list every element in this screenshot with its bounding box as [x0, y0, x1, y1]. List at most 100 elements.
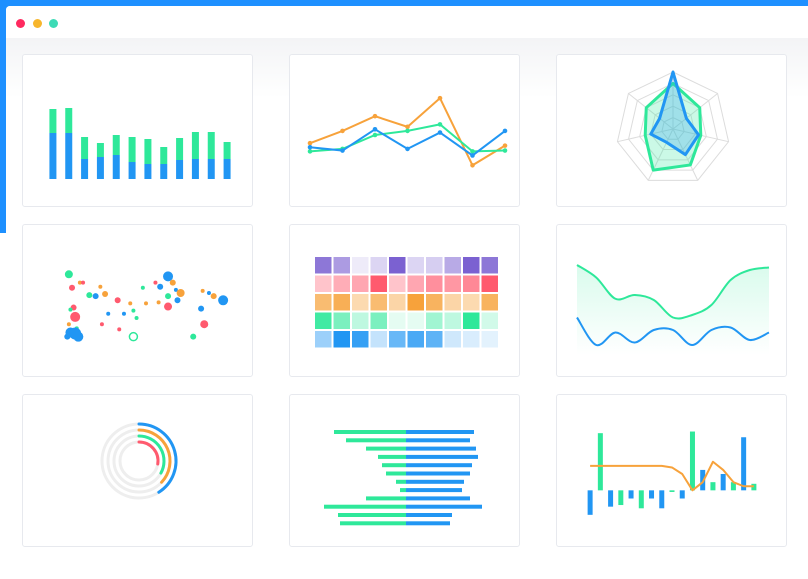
line-point-s3-3: [372, 126, 378, 132]
hbar-series1-10: [324, 504, 406, 509]
scatter-point-42: [198, 305, 205, 312]
heatmap-cell-r2-c5: [389, 275, 406, 292]
scatter-point-23: [144, 301, 148, 306]
bar-series2-6: [128, 137, 136, 162]
scatter-point-40: [210, 293, 217, 300]
line-point-s1-4: [405, 124, 410, 130]
heatmap-cell-r1-c2: [333, 257, 350, 274]
bar-series2-7: [144, 139, 152, 164]
hbar-series2-12: [406, 521, 450, 526]
bar-series2-10: [191, 132, 199, 159]
line-point-s2-7: [502, 148, 508, 153]
scatter-point-44: [128, 331, 139, 342]
waterfall-line-chart: [587, 431, 757, 515]
hbar-series2-2: [406, 438, 470, 443]
heatmap-cell-r2-c9: [463, 275, 480, 292]
waterfall-trend-line: [590, 460, 754, 492]
waterfall-bar-14: [720, 474, 726, 491]
hbar-series2-10: [406, 504, 482, 509]
heatmap-cell-r5-c9: [463, 331, 480, 348]
scatter-point-3: [81, 280, 86, 285]
diverging-bar-chart-card[interactable]: [289, 394, 520, 547]
line-point-s3-2: [340, 148, 345, 153]
minimize-button[interactable]: [33, 19, 42, 28]
scatter-point-45: [190, 333, 197, 340]
hbar-series2-11: [406, 513, 452, 517]
scatter-point-24: [134, 315, 139, 320]
heatmap-cell-r4-c6: [407, 312, 424, 329]
line-point-s3-5: [437, 130, 443, 135]
scatter-point-22: [140, 285, 145, 290]
line-point-s1-2: [340, 128, 345, 134]
line-chart-card[interactable]: [289, 54, 520, 207]
scatter-point-31: [165, 293, 172, 300]
scatter-point-8: [69, 284, 76, 291]
bar-series1-12: [223, 159, 231, 179]
scatter-point-17: [64, 333, 71, 340]
heatmap-cell-r1-c4: [370, 257, 387, 274]
heatmap-cell-r2-c8: [444, 275, 461, 292]
hbar-series2-8: [406, 488, 462, 493]
scatter-point-37: [156, 300, 161, 305]
hbar-series1-9: [366, 496, 406, 501]
scatter-point-30: [157, 283, 164, 290]
scatter-point-1: [64, 270, 73, 279]
scatter-point-20: [131, 308, 136, 313]
radial-bar-4: [137, 440, 160, 466]
scatter-point-4: [86, 292, 93, 299]
hbar-series2-6: [406, 471, 470, 476]
stacked-bar-chart-card[interactable]: [22, 54, 253, 207]
line-point-s3-1: [307, 144, 313, 150]
scatter-point-6: [98, 284, 103, 289]
heatmap-cell-r2-c6: [407, 275, 424, 292]
scatter-point-21: [121, 311, 126, 316]
hbar-series2-4: [406, 454, 478, 459]
line-point-s2-5: [437, 122, 443, 127]
scatter-point-25: [106, 311, 111, 316]
heatmap-cell-r2-c10: [481, 275, 498, 292]
scatter-chart-card[interactable]: [22, 224, 253, 377]
heatmap-cell-r4-c2: [333, 312, 350, 329]
heatmap-cell-r4-c3: [352, 312, 369, 329]
heatmap-cell-r5-c7: [426, 331, 443, 348]
bar-series1-9: [176, 160, 184, 179]
heatmap-cell-r4-c4: [370, 312, 387, 329]
hbar-series1-1: [334, 430, 406, 434]
heatmap-chart: [315, 257, 498, 348]
waterfall-line-chart-card[interactable]: [556, 394, 787, 547]
heatmap-cell-r1-c3: [352, 257, 369, 274]
scatter-point-43: [200, 320, 209, 329]
hbar-series2-9: [406, 496, 470, 501]
hbar-series1-5: [382, 463, 406, 468]
line-point-s2-1: [307, 149, 313, 154]
bar-series1-6: [128, 162, 136, 179]
heatmap-cell-r1-c7: [426, 257, 443, 274]
bar-series2-11: [207, 132, 215, 159]
heatmap-cell-r5-c1: [315, 331, 332, 348]
area-chart-card[interactable]: [556, 224, 787, 377]
radial-bar-chart-card[interactable]: [22, 394, 253, 547]
heatmap-cell-r3-c3: [352, 294, 369, 311]
area-chart: [576, 264, 770, 355]
zoom-button[interactable]: [49, 19, 58, 28]
heatmap-cell-r4-c7: [426, 312, 443, 329]
line-point-s2-3: [372, 132, 378, 138]
bar-series2-12: [223, 142, 231, 159]
close-button[interactable]: [16, 19, 25, 28]
scatter-point-34: [169, 279, 176, 286]
heatmap-cell-r3-c4: [370, 294, 387, 311]
scatter-point-27: [99, 322, 104, 327]
hbar-series1-12: [340, 521, 406, 526]
radar-chart-card[interactable]: [556, 54, 787, 207]
heatmap-cell-r4-c10: [481, 312, 498, 329]
heatmap-cell-r4-c8: [444, 312, 461, 329]
scatter-point-16: [73, 331, 84, 342]
scatter-point-28: [153, 280, 158, 285]
scatter-point-18: [114, 297, 121, 304]
bar-series1-2: [65, 133, 73, 179]
bar-series2-9: [176, 138, 184, 160]
heatmap-cell-r5-c8: [444, 331, 461, 348]
heatmap-cell-r1-c8: [444, 257, 461, 274]
scatter-point-41: [218, 295, 229, 306]
heatmap-chart-card[interactable]: [289, 224, 520, 377]
